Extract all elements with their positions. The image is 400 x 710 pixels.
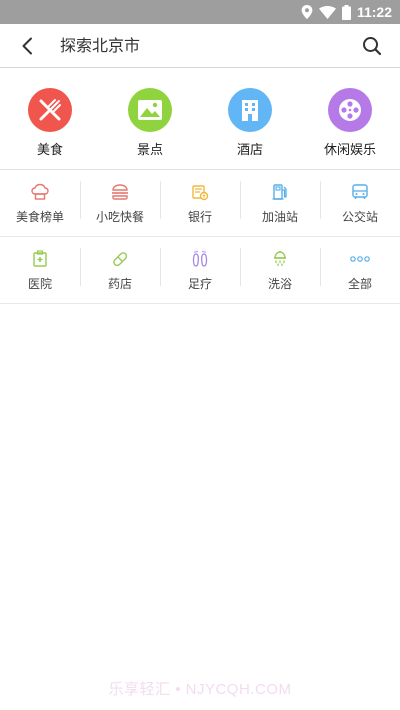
category-hotel[interactable]: 酒店: [200, 68, 300, 169]
sub-category-bath[interactable]: 洗浴: [240, 237, 320, 303]
status-bar: 11:22: [0, 0, 400, 24]
sub-category-snack[interactable]: 小吃快餐: [80, 170, 160, 236]
category-leisure[interactable]: 休闲娱乐: [300, 68, 400, 169]
watermark: 乐享轻汇 • NJYCQH.COM: [108, 681, 292, 698]
search-bar: [0, 23, 400, 68]
burger-icon: [110, 182, 130, 202]
sub-category-label: 小吃快餐: [95, 209, 144, 224]
film-reel-icon: [339, 99, 361, 121]
sub-category-bank[interactable]: 银行: [160, 170, 240, 236]
gas-pump-icon: [270, 182, 290, 202]
category-scenic-icon-bg: [128, 88, 172, 132]
chevron-left-icon: [22, 37, 32, 54]
sub-category-label: 公交站: [341, 209, 378, 224]
sub-category-pharmacy[interactable]: 药店: [80, 237, 160, 303]
shower-icon: [270, 249, 290, 269]
bus-icon: [350, 182, 370, 202]
sub-category-label: 美食榜单: [15, 209, 64, 224]
sub-category-all[interactable]: 全部: [320, 237, 400, 303]
sub-category-label: 全部: [347, 276, 372, 291]
sub-category-row-1: 美食榜单 小吃快餐 银行 加油站 公交站: [0, 170, 400, 237]
sub-category-label: 药店: [107, 276, 132, 291]
main-category-bar: 美食 景点 酒店 休闲娱乐: [0, 68, 400, 170]
category-leisure-icon-bg: [328, 88, 372, 132]
hospital-icon: [30, 249, 50, 269]
fork-knife-icon: [39, 99, 61, 121]
category-hotel-label: 酒店: [236, 143, 263, 158]
chef-hat-icon: [30, 182, 50, 202]
building-icon: [242, 100, 258, 121]
category-scenic-label: 景点: [136, 143, 163, 158]
sub-category-hospital[interactable]: 医院: [0, 237, 80, 303]
category-food-icon-bg: [28, 88, 72, 132]
landscape-icon: [138, 100, 162, 120]
sub-category-foot-massage[interactable]: 足疗: [160, 237, 240, 303]
search-input[interactable]: [54, 23, 344, 68]
category-food[interactable]: 美食: [0, 68, 100, 169]
status-time: 11:22: [356, 4, 392, 20]
pill-icon: [110, 249, 130, 269]
sub-category-label: 医院: [27, 276, 52, 291]
category-food-label: 美食: [36, 143, 63, 158]
sub-category-row-2: 医院 药店 足疗 洗浴 全部: [0, 237, 400, 304]
sub-category-label: 足疗: [187, 276, 212, 291]
footprint-icon: [190, 249, 210, 269]
location-icon: [301, 5, 313, 19]
category-scenic[interactable]: 景点: [100, 68, 200, 169]
battery-icon: [341, 4, 351, 20]
sub-category-gas-station[interactable]: 加油站: [240, 170, 320, 236]
wifi-icon: [318, 5, 336, 19]
sub-category-label: 银行: [187, 209, 212, 224]
sub-category-top-food[interactable]: 美食榜单: [0, 170, 80, 236]
bank-icon: [190, 182, 210, 202]
back-button[interactable]: [0, 24, 54, 68]
category-leisure-label: 休闲娱乐: [323, 143, 376, 158]
search-button[interactable]: [344, 24, 400, 68]
sub-category-bus-stop[interactable]: 公交站: [320, 170, 400, 236]
sub-category-label: 洗浴: [267, 276, 292, 291]
sub-category-label: 加油站: [261, 209, 298, 224]
search-icon: [363, 36, 382, 55]
more-dots-icon: [350, 249, 370, 269]
category-hotel-icon-bg: [228, 88, 272, 132]
